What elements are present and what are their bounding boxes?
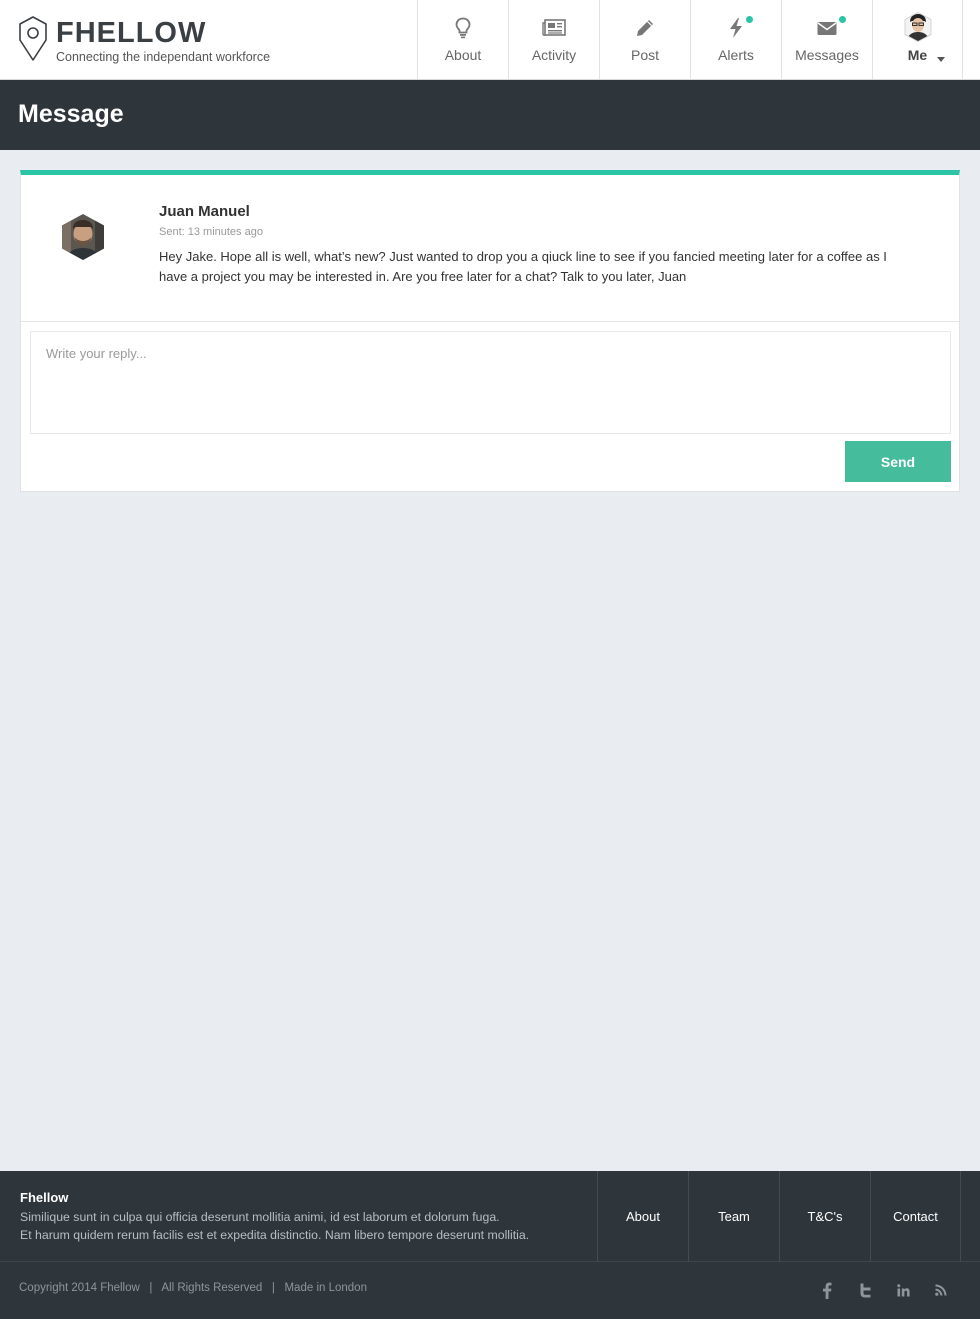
notification-dot	[839, 16, 846, 23]
envelope-icon	[815, 16, 839, 40]
page-header: Message	[0, 80, 980, 150]
message-card: Juan Manuel Sent: 13 minutes ago Hey Jak…	[20, 170, 960, 492]
message-body: Hey Jake. Hope all is well, what’s new? …	[159, 249, 887, 284]
brand-name: FHELLOW	[56, 17, 207, 49]
footer: Fhellow Similique sunt in culpa qui offi…	[0, 1171, 980, 1319]
sender-name[interactable]: Juan Manuel	[159, 203, 250, 220]
footer-link-terms[interactable]: T&C's	[779, 1171, 870, 1261]
send-button[interactable]: Send	[845, 441, 951, 482]
nav-item-messages[interactable]: Messages	[781, 0, 872, 79]
nav-item-label: Messages	[795, 47, 859, 63]
nav-item-label: Alerts	[718, 47, 754, 63]
pencil-icon	[633, 16, 657, 40]
footer-link-contact[interactable]: Contact	[870, 1171, 961, 1261]
location-pin-icon	[19, 16, 47, 61]
nav-item-about[interactable]: About	[417, 0, 508, 79]
footer-description-line: Similique sunt in culpa qui officia dese…	[20, 1210, 500, 1224]
footer-links: About Team T&C's Contact	[597, 1171, 961, 1261]
nav-item-me[interactable]: Me	[872, 0, 963, 79]
nav-item-alerts[interactable]: Alerts	[690, 0, 781, 79]
brand-tagline: Connecting the independant workforce	[56, 50, 271, 64]
facebook-icon[interactable]	[808, 1280, 846, 1300]
linkedin-icon[interactable]	[884, 1280, 922, 1300]
footer-title: Fhellow	[20, 1190, 69, 1205]
lightning-icon	[724, 16, 748, 40]
nav-item-post[interactable]: Post	[599, 0, 690, 79]
message-timestamp: Sent: 13 minutes ago	[159, 226, 263, 238]
rss-icon[interactable]	[922, 1280, 960, 1300]
newspaper-icon	[542, 16, 566, 40]
page-title: Message	[18, 100, 124, 128]
footer-link-about[interactable]: About	[597, 1171, 688, 1261]
lightbulb-icon	[451, 16, 475, 40]
footer-link-team[interactable]: Team	[688, 1171, 779, 1261]
top-navbar: FHELLOW Connecting the independant workf…	[0, 0, 980, 80]
notification-dot	[746, 16, 753, 23]
brand-logo[interactable]: FHELLOW Connecting the independant workf…	[18, 14, 318, 68]
reply-input[interactable]	[30, 331, 951, 434]
main-nav: About Activity Post Alerts Messages Me	[417, 0, 963, 79]
caret-down-icon	[937, 57, 945, 62]
message-item: Juan Manuel Sent: 13 minutes ago Hey Jak…	[21, 175, 959, 322]
copyright: Copyright 2014 Fhellow | All Rights Rese…	[19, 1282, 367, 1294]
footer-top: Fhellow Similique sunt in culpa qui offi…	[0, 1171, 980, 1262]
avatar	[904, 12, 931, 42]
footer-description: Similique sunt in culpa qui officia dese…	[20, 1208, 580, 1244]
nav-item-label: About	[444, 47, 482, 63]
footer-description-line: Et harum quidem rerum facilis est et exp…	[20, 1228, 530, 1242]
social-links	[808, 1280, 960, 1300]
nav-item-label: Me	[907, 47, 928, 63]
nav-item-activity[interactable]: Activity	[508, 0, 599, 79]
sender-avatar[interactable]	[61, 213, 105, 261]
nav-item-label: Activity	[531, 47, 577, 63]
nav-item-label: Post	[630, 47, 659, 63]
twitter-icon[interactable]	[846, 1280, 884, 1300]
